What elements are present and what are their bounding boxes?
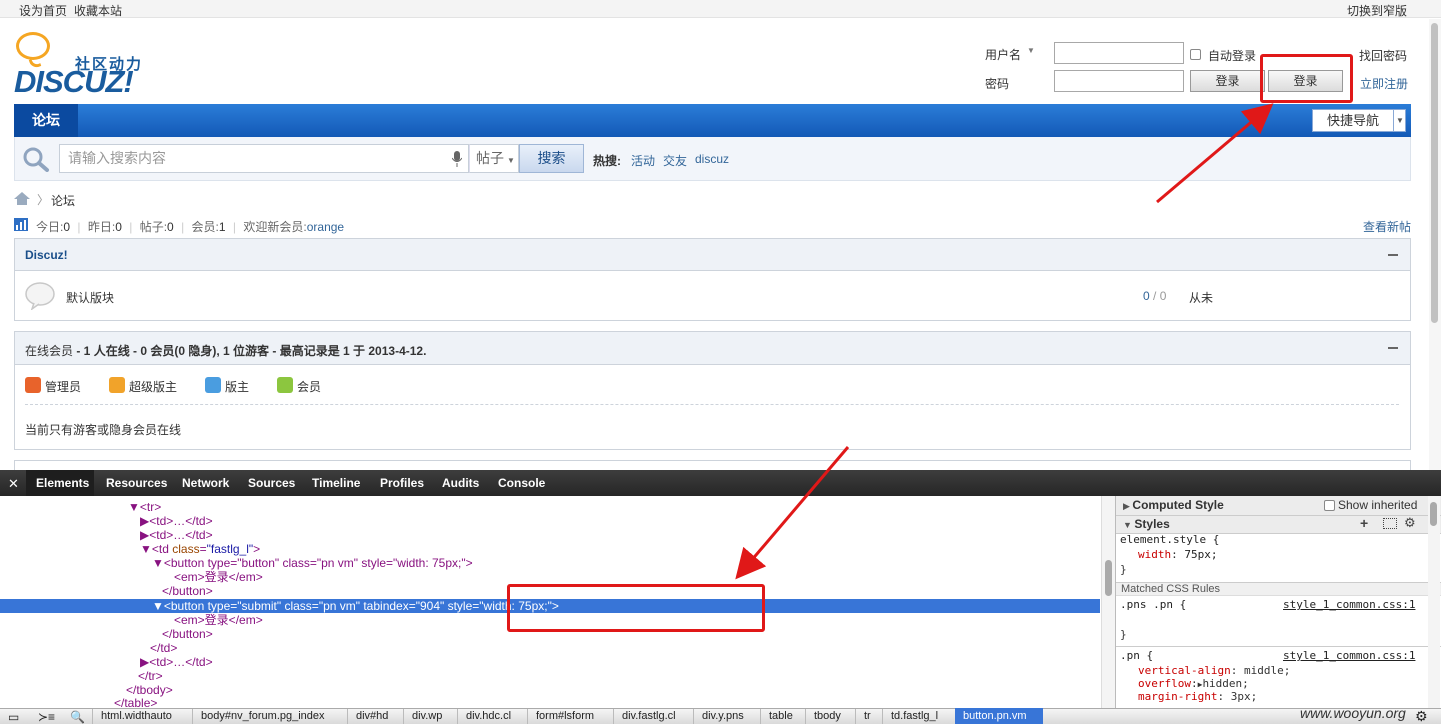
arrow-to-dom-style [735,446,850,580]
arrow-to-login-button [1156,103,1274,204]
annotation-arrows [735,103,1274,580]
